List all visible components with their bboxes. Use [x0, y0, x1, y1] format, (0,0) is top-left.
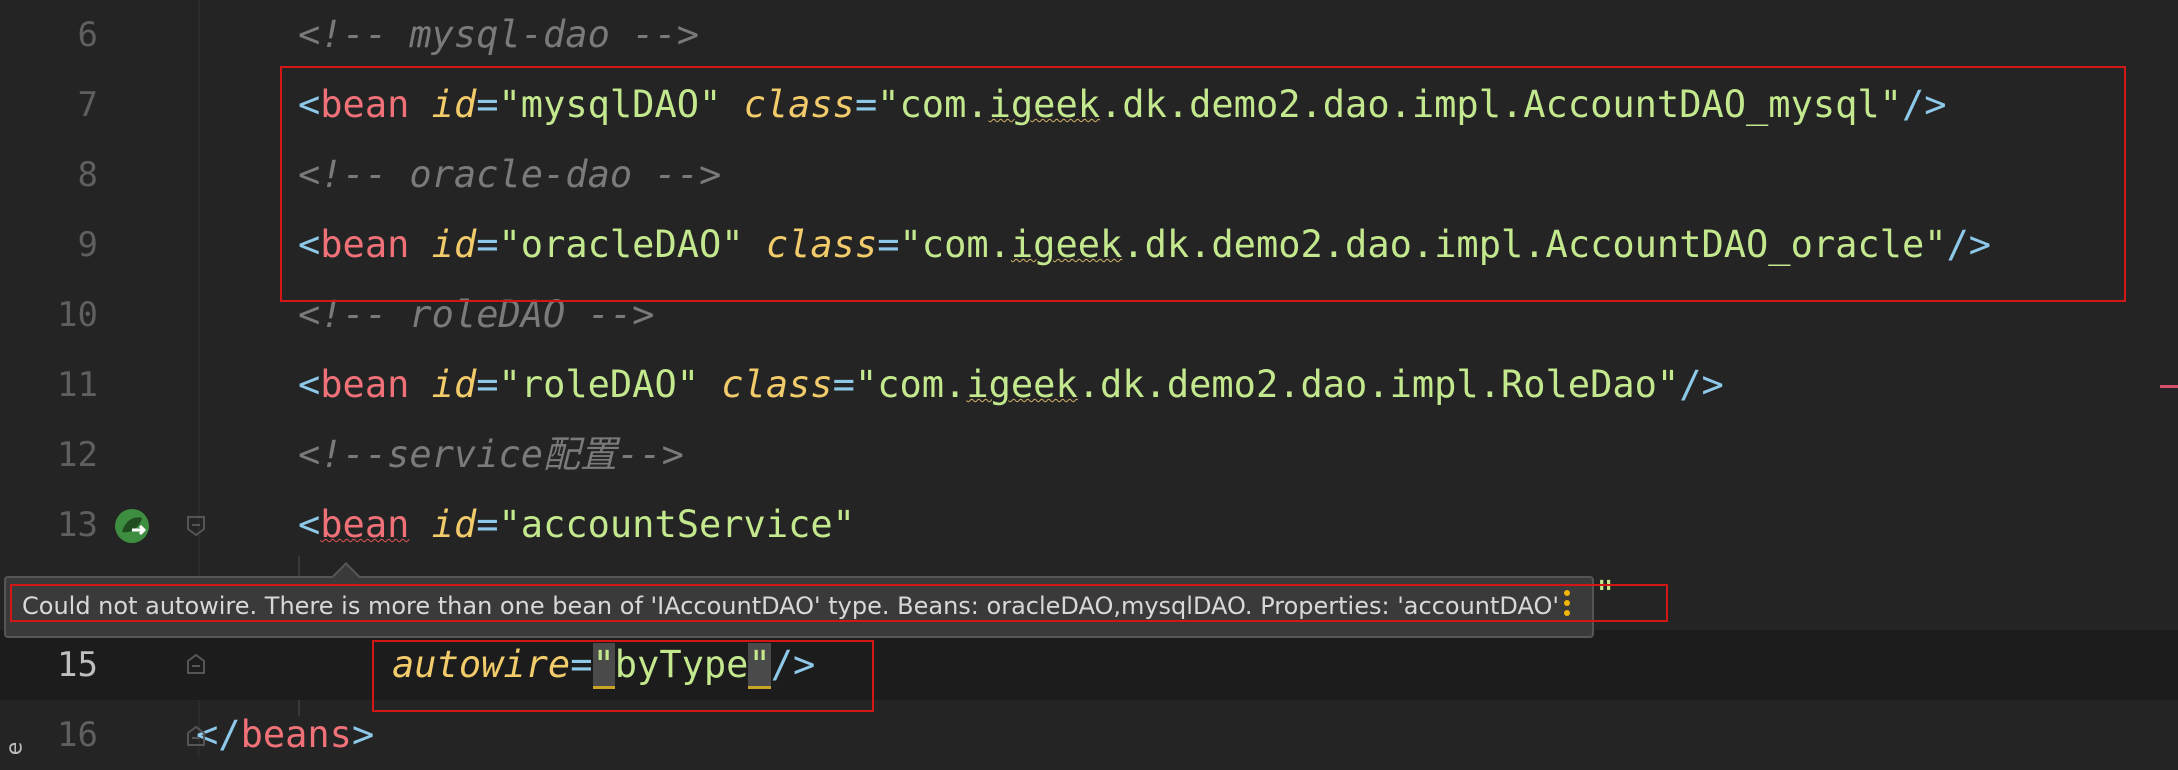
annotation-box-dao-beans	[280, 66, 2126, 302]
line-number: 13	[57, 505, 98, 545]
xml-attribute: class	[721, 363, 833, 406]
line-number: 16	[57, 715, 98, 755]
xml-comment: <!-- mysql-dao -->	[298, 13, 699, 56]
line-number: 7	[77, 85, 98, 125]
line-number: 15	[57, 645, 98, 685]
code-text: <bean id="roleDAO" class="com.igeek.dk.d…	[298, 363, 1724, 406]
xml-tag: bean	[320, 503, 410, 546]
typo-underline: igeek	[966, 363, 1078, 406]
side-panel-label[interactable]: e	[2, 742, 27, 756]
code-line[interactable]: 6 <!-- mysql-dao -->	[0, 0, 2178, 70]
fold-icon[interactable]	[184, 652, 208, 676]
xml-tag: beans	[240, 713, 352, 756]
annotation-box-autowire	[372, 640, 874, 712]
code-line[interactable]: 16 </beans>	[0, 700, 2178, 770]
code-text: <bean id="accountService"	[298, 503, 855, 546]
code-line[interactable]: 11 <bean id="roleDAO" class="com.igeek.d…	[0, 350, 2178, 420]
fold-icon[interactable]	[184, 724, 208, 748]
error-stripe-marker[interactable]	[2160, 385, 2178, 388]
code-text: </beans>	[196, 713, 375, 756]
line-number: 10	[57, 295, 98, 335]
xml-string: "roleDAO"	[498, 363, 699, 406]
fold-icon[interactable]	[184, 514, 208, 538]
xml-tag: bean	[320, 363, 410, 406]
spring-bean-icon[interactable]	[112, 506, 152, 546]
code-line[interactable]: 12 <!--service配置-->	[0, 420, 2178, 490]
line-number: 8	[77, 155, 98, 195]
code-line[interactable]: 13 <bean id="accountService"	[0, 490, 2178, 560]
xml-string: "accountService"	[498, 503, 855, 546]
line-number: 11	[57, 365, 98, 405]
line-number: 9	[77, 225, 98, 265]
xml-attribute: id	[431, 503, 477, 546]
code-editor[interactable]: 6 <!-- mysql-dao --> 7 <bean id="mysqlDA…	[0, 0, 2178, 758]
line-number: 12	[57, 435, 98, 475]
code-line-current[interactable]: 15 autowire="byType"/>	[0, 630, 2178, 700]
line-number: 6	[77, 15, 98, 55]
xml-comment: <!--service配置-->	[298, 433, 684, 476]
annotation-box-tooltip	[10, 584, 1668, 622]
xml-attribute: id	[431, 363, 477, 406]
